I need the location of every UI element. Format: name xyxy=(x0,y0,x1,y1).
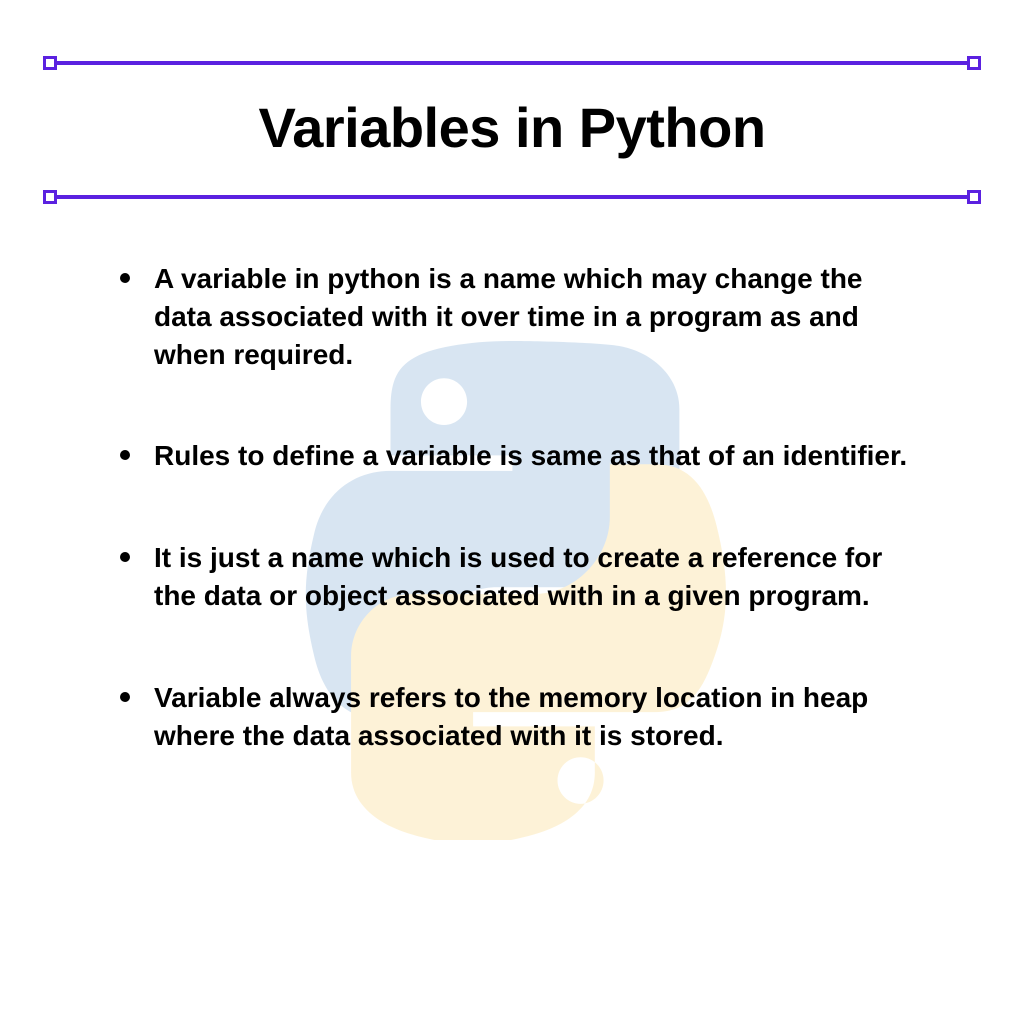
list-item: A variable in python is a name which may… xyxy=(120,260,924,373)
decorative-line-bottom xyxy=(50,195,974,199)
endcap-icon xyxy=(967,190,981,204)
page-title: Variables in Python xyxy=(0,95,1024,160)
endcap-icon xyxy=(967,56,981,70)
decorative-line-top xyxy=(50,61,974,65)
bullet-list: A variable in python is a name which may… xyxy=(120,260,924,818)
endcap-icon xyxy=(43,190,57,204)
list-item: Variable always refers to the memory loc… xyxy=(120,679,924,755)
endcap-icon xyxy=(43,56,57,70)
list-item: It is just a name which is used to creat… xyxy=(120,539,924,615)
list-item: Rules to define a variable is same as th… xyxy=(120,437,924,475)
